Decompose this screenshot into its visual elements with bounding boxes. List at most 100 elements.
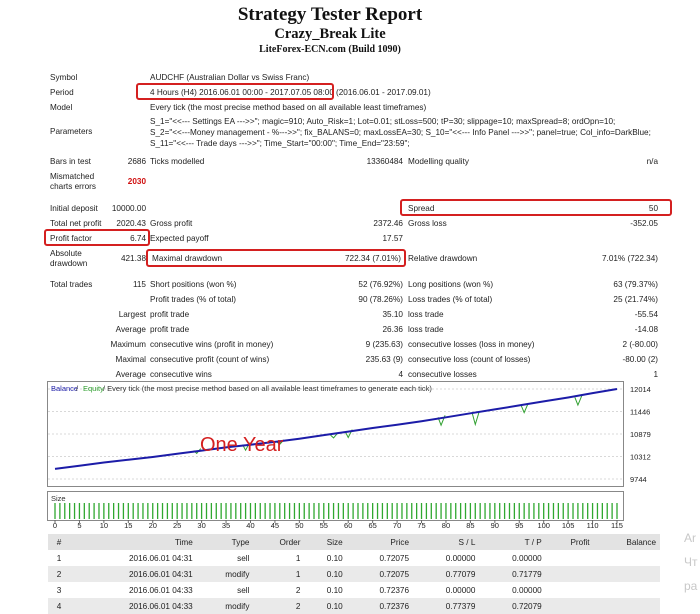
col-order-header[interactable]: Order <box>253 534 305 550</box>
col-type-header[interactable]: Type <box>196 534 254 550</box>
clipped-side-text: Ar Чт ра <box>684 531 698 593</box>
short-label: Short positions (won %) <box>150 280 237 289</box>
mismatch-label: Mismatched <box>50 172 95 181</box>
quality-value: n/a <box>646 157 658 166</box>
period-label: Period <box>50 88 74 97</box>
col-tp-header[interactable]: T / P <box>479 534 546 550</box>
col-time-cell: 2016.06.01 04:31 <box>129 553 193 563</box>
col-balance-header[interactable]: Balance <box>593 534 660 550</box>
size-panel-label: Size <box>51 494 66 503</box>
col-order-cell: 1 <box>295 553 301 563</box>
grossprofit-value: 2372.46 <box>373 219 403 228</box>
grossloss-value: -352.05 <box>630 219 658 228</box>
col-type-cell: sell <box>237 585 250 595</box>
col-price-header[interactable]: Price <box>346 534 414 550</box>
col-order-cell: 2 <box>295 585 301 595</box>
losstrades-value: 25 (21.74%) <box>613 295 658 304</box>
average-loss-label: loss trade <box>408 325 444 334</box>
balance-chart: 12014 11446 10879 10312 9744 0 5 10 15 20 25 30 35 4… <box>47 381 651 529</box>
table-row: 1 2016.06.01 04:31 sell 1 0.10 0.72075 0.00000… <box>48 550 660 566</box>
col-profit-cell <box>545 566 594 582</box>
x-tick-label: 5 <box>77 521 81 529</box>
x-tick-label: 60 <box>344 521 352 529</box>
legend-equity: Equity <box>83 384 104 393</box>
totaltrades-label: Total trades <box>50 280 93 289</box>
parameters-line: S_2="<<---Money management - %--->>"; fi… <box>150 128 651 137</box>
average-label: Average <box>115 325 146 334</box>
col-price-cell: 0.72075 <box>346 566 414 582</box>
col-sl-cell: 0.77079 <box>413 566 480 582</box>
max-losses-value: 2 (-80.00) <box>622 340 659 349</box>
x-tick-label: 110 <box>587 521 599 529</box>
col-profit-cell <box>545 598 594 614</box>
avg-losses-value: 1 <box>653 370 658 379</box>
col-price-cell: 0.72376 <box>379 585 410 595</box>
chart-annotation: One Year <box>200 434 284 456</box>
average-loss-value: -14.08 <box>634 325 658 334</box>
maximal-label: Maximal <box>115 355 146 364</box>
y-tick-label: 11446 <box>630 408 650 417</box>
y-tick-label: 12014 <box>630 385 651 394</box>
quality-label: Modelling quality <box>408 157 469 166</box>
col-number-header[interactable]: # <box>48 534 71 550</box>
avg-losses-label: consecutive losses <box>408 370 477 379</box>
col-tp-cell: 0.71779 <box>479 566 546 582</box>
losstrades-label: Loss trades (% of total) <box>408 295 493 304</box>
x-tick-label: 115 <box>611 521 623 529</box>
mismatch-label: charts errors <box>50 182 96 191</box>
table-row: 3 2016.06.01 04:33 sell 2 0.10 0.72376 0.00000… <box>48 582 660 598</box>
avg-label: Average <box>115 370 146 379</box>
maximal-profit-label: consecutive profit (count of wins) <box>150 355 270 364</box>
long-value: 63 (79.37%) <box>613 280 658 289</box>
col-balance-cell <box>594 582 660 598</box>
col-profit-header[interactable]: Profit <box>545 534 594 550</box>
col-time-header[interactable]: Time <box>70 534 197 550</box>
profit-factor-highlight <box>44 229 150 246</box>
maximal-loss-value: -80.00 (2) <box>622 355 659 364</box>
col-sl-header[interactable]: S / L <box>413 534 480 550</box>
x-tick-label: 25 <box>173 521 181 529</box>
col-number-cell: 4 <box>48 598 71 614</box>
y-tick-label: 10879 <box>630 430 651 439</box>
x-tick-label: 20 <box>149 521 157 529</box>
x-tick-label: 40 <box>246 521 254 529</box>
col-sl-cell: 0.77379 <box>413 598 480 614</box>
col-number-cell: 2 <box>48 566 71 582</box>
period-highlight <box>136 83 334 100</box>
col-time-cell: 2016.06.01 04:33 <box>129 585 193 595</box>
max-losses-label: consecutive losses (loss in money) <box>408 340 535 349</box>
absdd-value: 421.38 <box>120 254 146 263</box>
parameters-label: Parameters <box>50 127 93 136</box>
x-tick-label: 95 <box>515 521 523 529</box>
x-tick-label: 30 <box>197 521 205 529</box>
col-type-cell: modify <box>196 598 254 614</box>
maximal-profit-value: 235.63 (9) <box>365 355 403 364</box>
x-tick-label: 55 <box>320 521 328 529</box>
col-time-cell: 2016.06.01 04:31 <box>70 566 197 582</box>
server-name: LiteForex-ECN.com (Build 1090) <box>259 44 401 55</box>
trades-table: # Time Type Order Size Price S / LT / P Profit B… <box>48 534 660 614</box>
largest-profit-label: profit trade <box>150 310 190 319</box>
bars-value: 2686 <box>127 157 146 166</box>
col-price-cell: 0.72376 <box>346 598 414 614</box>
legend-balance: Balance <box>51 384 78 393</box>
y-tick-label: 9744 <box>630 475 647 484</box>
col-balance-cell <box>593 598 660 614</box>
col-tp-cell: 0.72079 <box>479 598 546 614</box>
x-tick-label: 10 <box>100 521 108 529</box>
col-time-cell: 2016.06.01 04:33 <box>70 598 197 614</box>
parameters-line: S_1="<<--- Settings EA --->>"; magic=910… <box>150 117 616 126</box>
col-size-header[interactable]: Size <box>304 534 347 550</box>
col-size-cell: 0.10 <box>326 585 343 595</box>
col-size-cell: 0.10 <box>326 553 343 563</box>
x-tick-label: 70 <box>393 521 401 529</box>
grossloss-label: Gross loss <box>408 219 447 228</box>
totaltrades-value: 115 <box>132 280 146 289</box>
reldd-value: 7.01% (722.34) <box>602 254 658 263</box>
x-tick-label: 65 <box>368 521 376 529</box>
x-tick-label: 50 <box>295 521 303 529</box>
col-sl-cell: 0.00000 <box>445 585 476 595</box>
col-balance-cell <box>594 550 660 566</box>
x-tick-label: 85 <box>466 521 474 529</box>
average-profit-value: 26.36 <box>382 325 404 334</box>
